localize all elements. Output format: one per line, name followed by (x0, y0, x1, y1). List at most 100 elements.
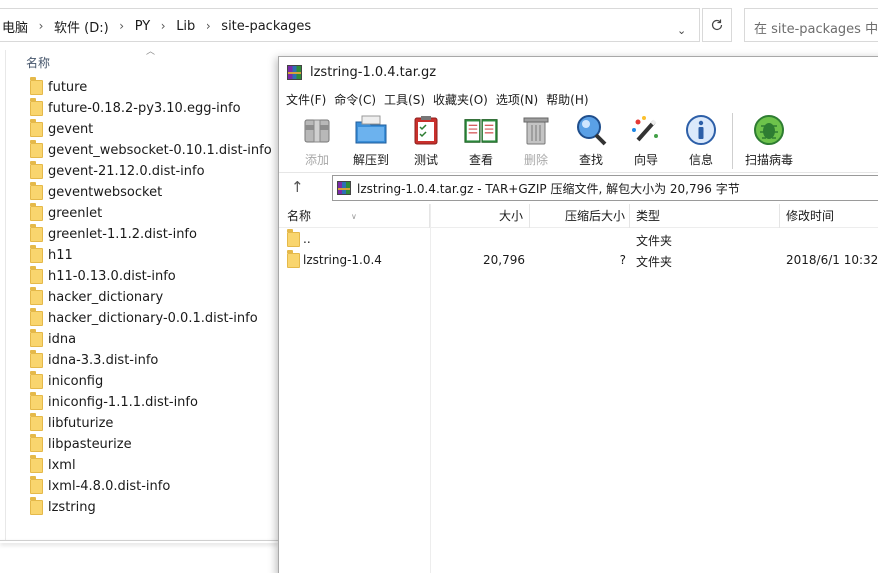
menu-help[interactable]: 帮助(H) (545, 91, 595, 108)
column-header-name[interactable]: 名称 (26, 54, 50, 71)
find-button[interactable]: 查找 (564, 109, 618, 171)
file-list: future future-0.18.2-py3.10.egg-info geven… (30, 77, 278, 518)
breadcrumb-computer[interactable]: 电脑 (0, 17, 30, 36)
navigation-pane (0, 50, 6, 540)
list-item[interactable]: gevent_websocket-0.10.1.dist-info (30, 140, 278, 161)
list-item[interactable]: lxml-4.8.0.dist-info (30, 476, 278, 497)
menu-tools[interactable]: 工具(S) (383, 91, 432, 108)
address-row: 电脑 › 软件 (D:) › PY › Lib › site-packages … (0, 0, 878, 50)
breadcrumb-chevron-icon[interactable]: › (152, 19, 174, 33)
list-item[interactable]: geventwebsocket (30, 182, 278, 203)
folder-icon (30, 119, 43, 137)
list-item[interactable]: future-0.18.2-py3.10.egg-info (30, 98, 278, 119)
column-headers: 名称 ∨ 大小 压缩后大小 类型 修改时间 (279, 204, 878, 228)
row-modified: 2018/6/1 10:32 (786, 253, 878, 267)
title-bar[interactable]: lzstring-1.0.4.tar.gz (279, 57, 878, 87)
list-item[interactable]: gevent-21.12.0.dist-info (30, 161, 278, 182)
delete-button[interactable]: 删除 (509, 109, 563, 171)
search-input[interactable]: 在 site-packages 中搜索 (744, 8, 878, 42)
breadcrumb-site-packages[interactable]: site-packages (219, 19, 313, 34)
folder-icon (30, 161, 43, 179)
breadcrumb-chevron-icon[interactable]: › (197, 19, 219, 33)
delete-label: 删除 (523, 153, 548, 167)
menu-commands[interactable]: 命令(C) (333, 91, 383, 108)
folder-icon (30, 392, 43, 410)
column-type-label: 类型 (636, 209, 661, 223)
list-item[interactable]: hacker_dictionary-0.0.1.dist-info (30, 308, 278, 329)
list-item-label: iniconfig (48, 374, 104, 389)
add-button[interactable]: 添加 (290, 109, 344, 171)
row-type: 文件夹 (636, 234, 673, 248)
breadcrumb-chevron-icon[interactable]: › (111, 19, 133, 33)
extract-to-button[interactable]: 解压到 (344, 109, 398, 171)
list-item[interactable]: idna (30, 329, 278, 350)
list-item[interactable]: gevent (30, 119, 278, 140)
list-item[interactable]: iniconfig (30, 371, 278, 392)
list-item[interactable]: greenlet (30, 203, 278, 224)
list-item[interactable]: lxml (30, 455, 278, 476)
info-button[interactable]: 信息 (674, 109, 728, 171)
add-label: 添加 (304, 153, 329, 167)
list-item-label: greenlet (48, 206, 103, 221)
view-button[interactable]: 查看 (454, 109, 508, 171)
list-item[interactable]: h11 (30, 245, 278, 266)
row-name: .. (303, 232, 311, 246)
breadcrumb-py[interactable]: PY (133, 19, 153, 34)
breadcrumb-lib[interactable]: Lib (174, 19, 197, 34)
folder-icon (30, 77, 43, 95)
list-item[interactable]: hacker_dictionary (30, 287, 278, 308)
scan-virus-button[interactable]: 扫描病毒 (739, 109, 799, 171)
list-item[interactable]: iniconfig-1.1.1.dist-info (30, 392, 278, 413)
folder-icon (287, 229, 300, 247)
list-item[interactable]: greenlet-1.1.2.dist-info (30, 224, 278, 245)
list-item-label: libpasteurize (48, 437, 132, 452)
list-item[interactable]: lzstring (30, 497, 278, 518)
list-item[interactable]: libfuturize (30, 413, 278, 434)
column-header-packed[interactable]: 压缩后大小 (530, 204, 630, 228)
list-item-label: lzstring (48, 500, 96, 515)
archive-path-field[interactable]: lzstring-1.0.4.tar.gz - TAR+GZIP 压缩文件, 解… (332, 175, 878, 201)
add-archive-icon (299, 113, 335, 147)
column-modified-label: 修改时间 (786, 209, 835, 223)
scan-virus-label: 扫描病毒 (744, 153, 793, 167)
folder-icon (30, 203, 43, 221)
test-button[interactable]: 测试 (399, 109, 453, 171)
list-item-label: idna (48, 332, 77, 347)
archive-app-icon (287, 64, 302, 80)
archive-file-icon (337, 181, 351, 195)
menu-options[interactable]: 选项(N) (495, 91, 545, 108)
folder-icon (30, 287, 43, 305)
breadcrumb-chevron-icon[interactable]: › (30, 19, 52, 33)
chevron-down-icon[interactable]: ⌄ (677, 24, 686, 37)
row-name: lzstring-1.0.4 (303, 253, 382, 267)
folder-icon (30, 413, 43, 431)
row-packed: ? (619, 253, 626, 267)
list-item-label: h11-0.13.0.dist-info (48, 269, 176, 284)
window-title: lzstring-1.0.4.tar.gz (310, 64, 437, 80)
up-arrow-icon[interactable]: ↑ (291, 178, 304, 196)
virus-scan-icon (751, 113, 787, 147)
list-item[interactable]: libpasteurize (30, 434, 278, 455)
column-header-size[interactable]: 大小 (430, 204, 530, 228)
menu-favorites[interactable]: 收藏夹(O) (432, 91, 495, 108)
breadcrumb-drive[interactable]: 软件 (D:) (52, 17, 111, 36)
magic-wand-icon (628, 113, 664, 147)
table-row-parent[interactable]: .. 文件夹 (279, 229, 878, 250)
list-item-label: iniconfig-1.1.1.dist-info (48, 395, 198, 410)
list-item-label: libfuturize (48, 416, 114, 431)
menu-file[interactable]: 文件(F) (285, 91, 333, 108)
list-item[interactable]: h11-0.13.0.dist-info (30, 266, 278, 287)
list-item[interactable]: future (30, 77, 278, 98)
list-item-label: future (48, 80, 88, 95)
column-header-type[interactable]: 类型 (630, 204, 780, 228)
list-item-label: gevent-21.12.0.dist-info (48, 164, 205, 179)
address-bar[interactable]: 电脑 › 软件 (D:) › PY › Lib › site-packages … (0, 8, 700, 42)
list-item-label: h11 (48, 248, 73, 263)
column-header-modified[interactable]: 修改时间 (780, 204, 878, 228)
wizard-button[interactable]: 向导 (619, 109, 673, 171)
list-item-label: greenlet-1.1.2.dist-info (48, 227, 197, 242)
table-row-lzstring[interactable]: lzstring-1.0.4 20,796 ? 文件夹 2018/6/1 10:… (279, 250, 878, 271)
refresh-button[interactable] (702, 8, 732, 42)
column-header-name[interactable]: 名称 ∨ (279, 204, 430, 228)
list-item[interactable]: idna-3.3.dist-info (30, 350, 278, 371)
